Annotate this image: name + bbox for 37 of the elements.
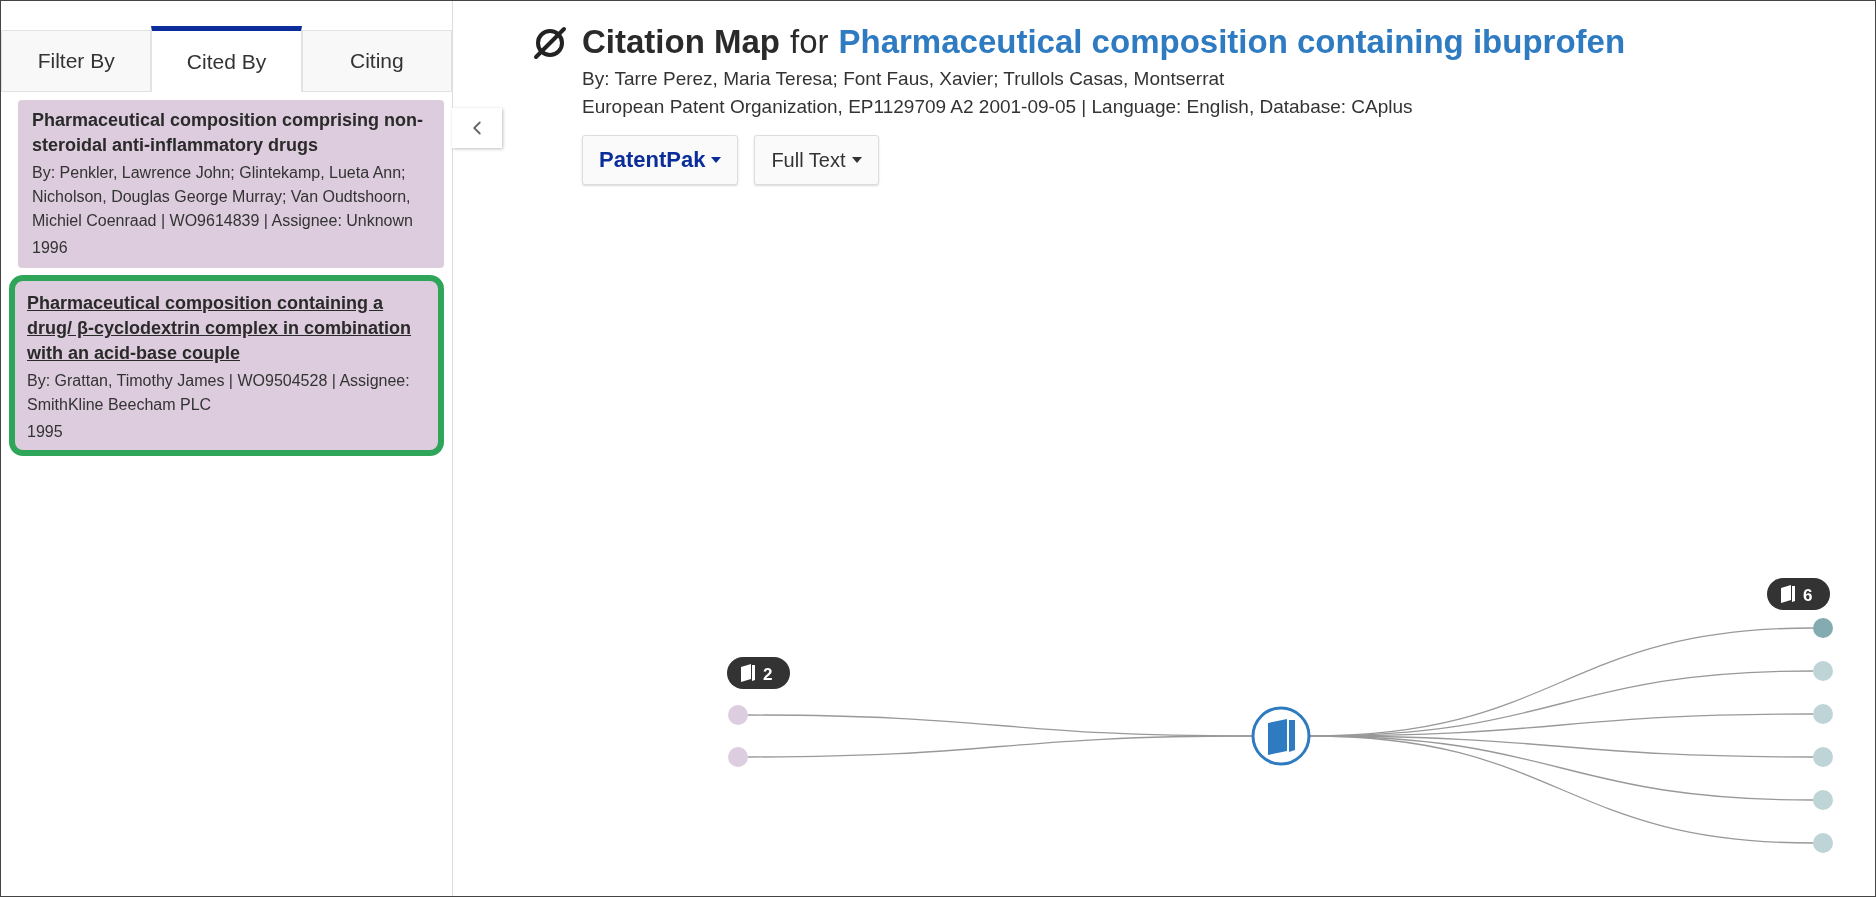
citation-node[interactable] <box>1813 833 1833 853</box>
result-year: 1996 <box>32 238 69 258</box>
book-icon <box>741 664 755 682</box>
tab[interactable]: Citing <box>301 30 452 92</box>
collapse-button[interactable] <box>452 108 502 148</box>
count-label: 6 <box>1803 586 1813 605</box>
page-title: Citation Map <box>582 22 780 62</box>
citation-node[interactable] <box>728 747 748 767</box>
tab[interactable]: Cited By <box>151 26 302 92</box>
citation-node[interactable] <box>1813 618 1833 638</box>
citation-node[interactable] <box>1813 747 1833 767</box>
result-title[interactable]: Pharmaceutical composition containing a drug/ β-cyclodextrin complex in combination with an acid-base couple <box>27 291 426 366</box>
citation-node[interactable] <box>1813 704 1833 724</box>
citation-node[interactable] <box>1813 790 1833 810</box>
title-connector: for <box>790 22 829 62</box>
caret-icon <box>711 157 722 163</box>
caret-icon <box>851 157 862 163</box>
book-icon <box>1781 585 1795 603</box>
result-card[interactable] <box>18 100 444 268</box>
authors-text: By: Tarre Perez, Maria Teresa; Font Faus, Xavier; Trullols Casas, Montserrat <box>582 67 1226 91</box>
count-label: 2 <box>763 665 773 684</box>
source-text: European Patent Organization, EP1129709 A2 2001-09-05 | Language: English, Database: CAplus <box>582 95 1414 119</box>
no-sign-icon <box>533 26 567 60</box>
dropdown-button[interactable]: PatentPak <box>582 135 739 185</box>
tab[interactable]: Filter By <box>1 30 152 92</box>
result-card[interactable]: Pharmaceutical composition containing a drug/ β-cyclodextrin complex in combination with an acid-base couple By: Grattan, Timothy James | WO9504528 | Assignee: SmithKline Beecham PLC 1995 <box>9 275 444 456</box>
dropdown-button[interactable]: Full Text <box>754 135 879 185</box>
patent-node[interactable] <box>1251 706 1311 766</box>
count-badge <box>727 657 790 689</box>
result-year: 1995 <box>27 422 64 442</box>
patent-link[interactable]: Pharmaceutical composition containing ibuprofen <box>838 19 1626 65</box>
citation-node[interactable] <box>1813 661 1833 681</box>
result-title[interactable]: Pharmaceutical composition comprising non-steroidal anti-inflammatory drugs <box>32 108 432 158</box>
result-meta: By: Grattan, Timothy James | WO9504528 | Assignee: SmithKline Beecham PLC <box>27 371 411 415</box>
count-badge <box>1767 578 1830 610</box>
result-meta: By: Penkler, Lawrence John; Glintekamp, Lueta Ann; Nicholson, Douglas George Murray; Van Oudtshoorn, Michiel Coenraad | WO9614839 | Assignee: Unknown <box>32 163 414 231</box>
citation-node[interactable] <box>728 705 748 725</box>
